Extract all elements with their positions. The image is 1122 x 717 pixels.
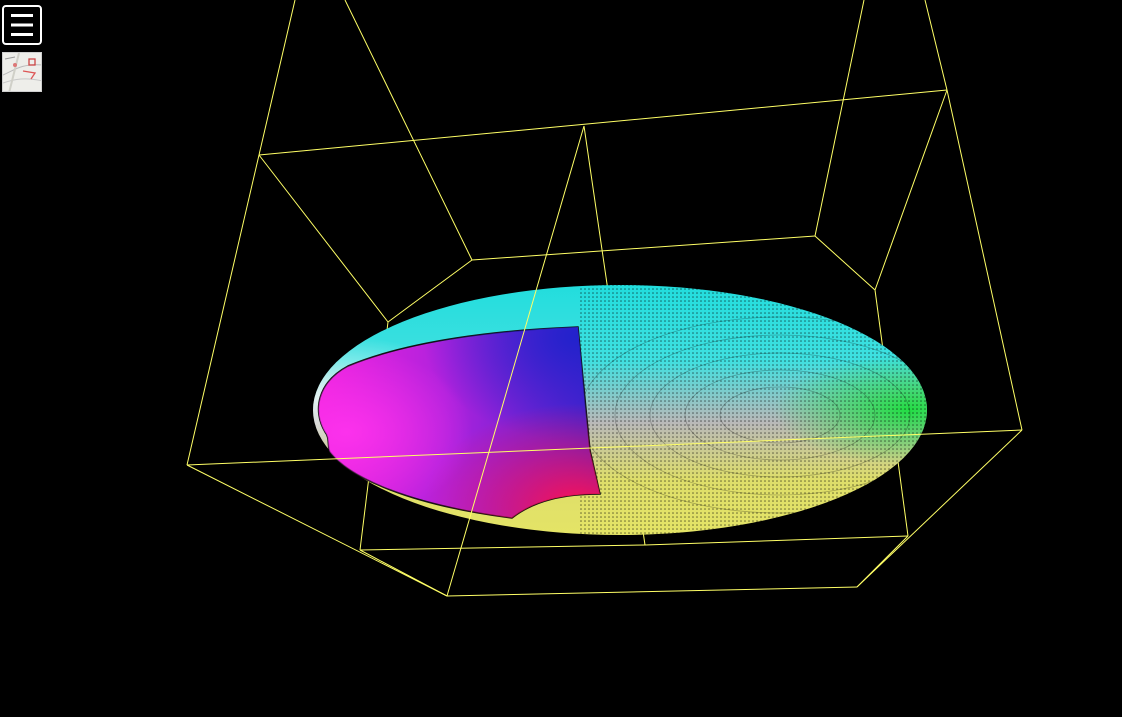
- menu-button[interactable]: [2, 5, 42, 45]
- map-thumbnail-button[interactable]: [2, 52, 42, 92]
- map-thumbnail-icon: [3, 53, 41, 91]
- 3d-viewport[interactable]: [0, 0, 1122, 717]
- 3d-scene-canvas[interactable]: [0, 0, 1122, 717]
- hamburger-menu-icon: [11, 14, 33, 36]
- spheroid-surface[interactable]: [313, 280, 980, 540]
